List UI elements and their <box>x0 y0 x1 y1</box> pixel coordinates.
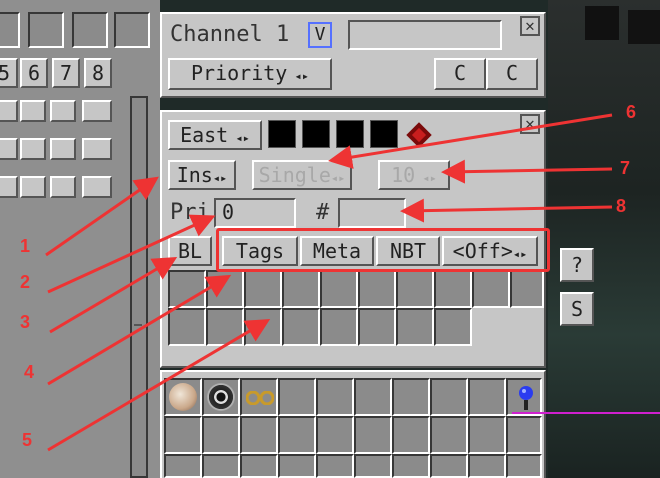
callout-arrow-6 <box>328 113 613 169</box>
callout-number-3: 3 <box>20 312 31 332</box>
callout-number-6: 6 <box>626 102 637 122</box>
callout-number-2: 2 <box>20 272 31 292</box>
callout-number-8: 8 <box>616 196 627 216</box>
callout-arrow-8 <box>400 198 613 223</box>
callout-arrows <box>45 113 613 452</box>
callout-number-1: 1 <box>20 236 31 256</box>
callout-arrow-1 <box>45 176 159 257</box>
callout-number-7: 7 <box>620 158 631 178</box>
callout-number-5: 5 <box>22 430 33 450</box>
callout-arrow-5 <box>47 318 271 452</box>
callout-arrow-2 <box>47 214 216 294</box>
callout-arrow-7 <box>441 159 613 184</box>
callout-number-4: 4 <box>24 362 35 382</box>
callout-arrow-4 <box>47 274 232 386</box>
